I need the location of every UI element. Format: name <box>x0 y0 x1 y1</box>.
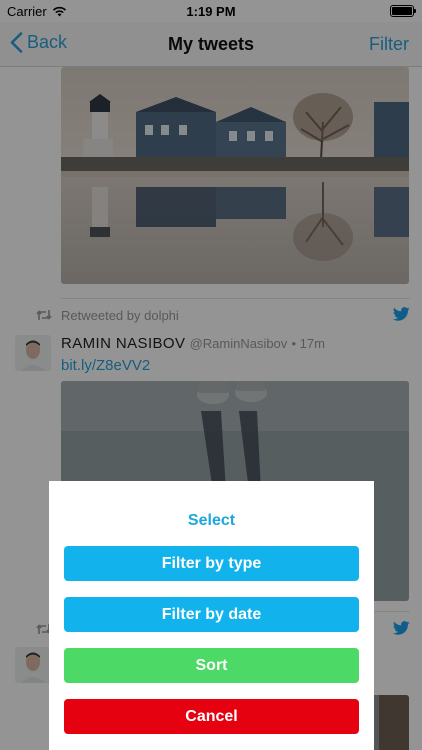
sort-button[interactable]: Sort <box>64 648 359 683</box>
filter-by-date-button[interactable]: Filter by date <box>64 597 359 632</box>
action-sheet: Select Filter by type Filter by date Sor… <box>49 481 374 750</box>
cancel-button[interactable]: Cancel <box>64 699 359 734</box>
sheet-title: Select <box>187 512 236 529</box>
filter-by-type-button[interactable]: Filter by type <box>64 546 359 581</box>
screen: Carrier 1:19 PM Back My tweets Filter Re… <box>0 0 422 750</box>
